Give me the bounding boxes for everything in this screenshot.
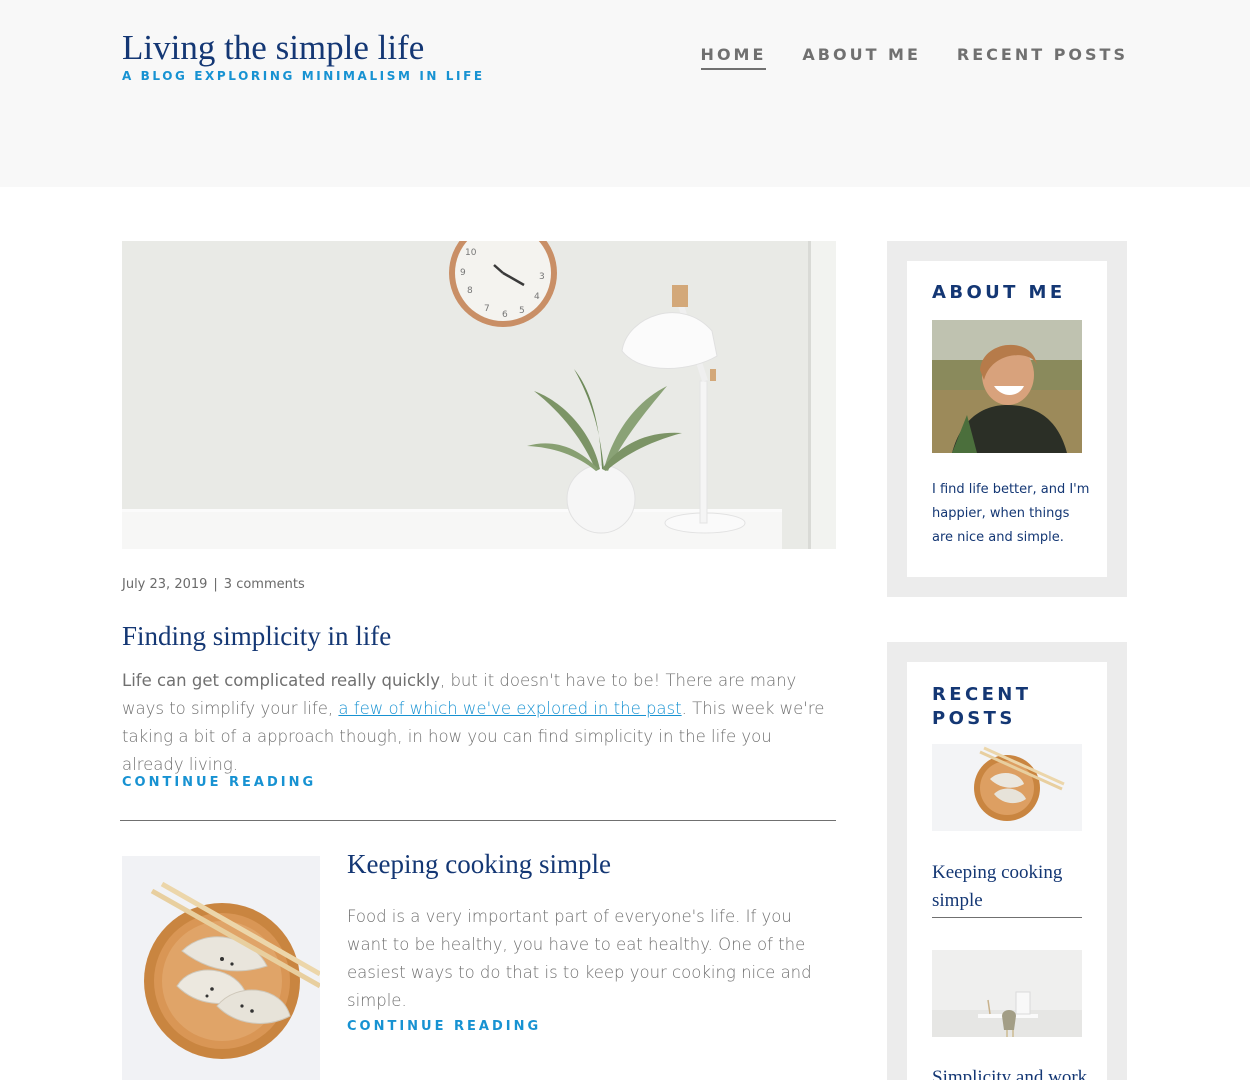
desk-image — [932, 950, 1082, 1037]
site-header: Living the simple life A BLOG EXPLORING … — [0, 0, 1250, 187]
site-subtitle: A BLOG EXPLORING MINIMALISM IN LIFE — [122, 69, 485, 83]
main-nav: HOME ABOUT ME RECENT POSTS — [700, 45, 1128, 70]
recent-posts-card: RECENT POSTS Keeping cooking simple Simp… — [907, 662, 1107, 1080]
about-me-heading: ABOUT ME — [932, 282, 1066, 303]
nav-about-link[interactable]: ABOUT ME — [802, 45, 921, 70]
comments-link[interactable]: 3 comments — [224, 577, 305, 592]
about-me-widget: ABOUT ME I find life better, and I'm hap… — [887, 241, 1127, 597]
featured-continue-reading-link[interactable]: CONTINUE READING — [122, 775, 316, 790]
svg-text:6: 6 — [502, 310, 508, 320]
post-meta: July 23, 2019 | 3 comments — [122, 577, 305, 592]
meta-separator: | — [213, 577, 218, 592]
second-article-title[interactable]: Keeping cooking simple — [347, 848, 611, 880]
nav-home-link[interactable]: HOME — [700, 45, 767, 70]
about-me-text: I find life better, and I'm happier, whe… — [932, 482, 1090, 545]
site-title[interactable]: Living the simple life — [122, 27, 424, 69]
recent-post-thumbnail[interactable] — [932, 744, 1082, 831]
second-continue-reading-link[interactable]: CONTINUE READING — [347, 1019, 541, 1034]
featured-article-image[interactable]: 6 8 9 10 3 4 5 7 — [122, 241, 836, 549]
svg-text:9: 9 — [460, 268, 466, 278]
svg-text:10: 10 — [465, 248, 477, 258]
svg-text:3: 3 — [539, 272, 545, 282]
smiling-man-photo — [932, 320, 1082, 453]
recent-post-link[interactable]: Simplicity and work — [932, 1064, 1092, 1080]
recent-post-thumbnail[interactable] — [932, 950, 1082, 1037]
dumplings-image — [932, 744, 1082, 831]
nav-recent-posts-link[interactable]: RECENT POSTS — [957, 45, 1128, 70]
about-me-card: ABOUT ME I find life better, and I'm hap… — [907, 261, 1107, 577]
svg-text:4: 4 — [534, 292, 540, 302]
post-date: July 23, 2019 — [122, 577, 208, 592]
recent-post-divider — [932, 917, 1082, 918]
recent-posts-heading: RECENT POSTS — [932, 684, 1032, 729]
article-divider — [120, 820, 836, 821]
excerpt-link[interactable]: a few of which we've explored in the pas… — [338, 699, 681, 718]
second-article-image[interactable] — [122, 856, 320, 1080]
excerpt-bold-text: Life can get complicated really quickly — [122, 671, 440, 690]
svg-text:7: 7 — [484, 304, 490, 314]
recent-post-link[interactable]: Keeping cooking simple — [932, 859, 1092, 915]
svg-text:5: 5 — [519, 306, 525, 316]
recent-posts-widget: RECENT POSTS Keeping cooking simple Simp… — [887, 642, 1127, 1080]
featured-article-title[interactable]: Finding simplicity in life — [122, 620, 391, 652]
dumplings-image — [122, 856, 320, 1080]
svg-text:8: 8 — [467, 286, 473, 296]
second-article-excerpt: Food is a very important part of everyon… — [347, 907, 812, 1010]
featured-article-excerpt: Life can get complicated really quickly,… — [122, 667, 838, 779]
